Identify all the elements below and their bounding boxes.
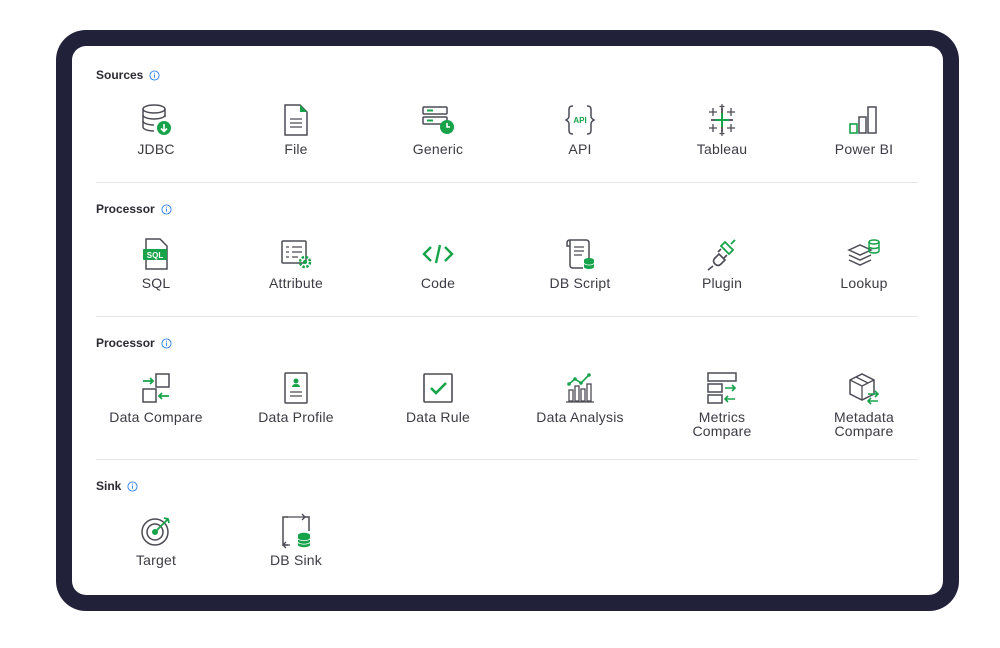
tile-label: Power BI	[834, 141, 894, 157]
svg-text:API: API	[573, 116, 586, 125]
tile-data-rule[interactable]: Data Rule	[378, 370, 498, 424]
section-header: Sources	[96, 68, 160, 82]
tile-metrics-compare[interactable]: Metrics Compare	[662, 370, 782, 438]
data-analysis-icon	[562, 370, 598, 406]
data-compare-icon	[138, 370, 174, 406]
tile-lookup[interactable]: Lookup	[804, 236, 924, 290]
section-sink: Sink Target DB Sink	[96, 479, 918, 589]
tile-label: Plugin	[701, 275, 743, 291]
db-sink-icon	[278, 513, 314, 549]
tile-label: DB Script	[549, 275, 611, 291]
tile-label: Metrics Compare	[692, 409, 752, 439]
tile-label: Data Analysis	[536, 409, 624, 425]
section-title: Processor	[96, 336, 155, 350]
section-processor-analysis: Processor Data Compare Data Profile Data…	[96, 336, 918, 460]
database-download-icon	[138, 102, 174, 138]
sql-file-icon: SQL	[138, 236, 174, 272]
db-script-icon	[562, 236, 598, 272]
info-icon[interactable]	[127, 480, 138, 492]
device-frame: Sources JDBC File Generic API API Tablea…	[56, 30, 959, 611]
tile-label: Data Rule	[405, 409, 471, 425]
tile-file[interactable]: File	[236, 102, 356, 156]
tile-label: JDBC	[137, 141, 175, 157]
section-header: Processor	[96, 336, 172, 350]
tile-label: Lookup	[840, 275, 888, 291]
tile-label: File	[284, 141, 308, 157]
tile-label: Target	[135, 552, 177, 568]
tile-target[interactable]: Target	[96, 513, 216, 567]
tile-db-sink[interactable]: DB Sink	[236, 513, 356, 567]
tile-generic[interactable]: Generic	[378, 102, 498, 156]
tile-label: API	[568, 141, 592, 157]
tile-label: Metadata Compare	[834, 409, 894, 439]
info-icon[interactable]	[149, 69, 160, 81]
code-icon	[420, 236, 456, 272]
tile-tableau[interactable]: Tableau	[662, 102, 782, 156]
api-icon: API	[562, 102, 598, 138]
tableau-icon	[704, 102, 740, 138]
metadata-compare-icon	[846, 370, 882, 406]
section-processor: Processor SQL SQL Attribute Code DB Scri…	[96, 202, 918, 317]
tile-power-bi[interactable]: Power BI	[804, 102, 924, 156]
tile-label: Attribute	[269, 275, 323, 291]
tile-label: Data Profile	[258, 409, 334, 425]
tile-attribute[interactable]: Attribute	[236, 236, 356, 290]
metrics-compare-icon	[704, 370, 740, 406]
svg-text:SQL: SQL	[147, 251, 164, 260]
tile-data-profile[interactable]: Data Profile	[236, 370, 356, 424]
plugin-icon	[704, 236, 740, 272]
tile-label: Code	[420, 275, 456, 291]
checkbox-icon	[420, 370, 456, 406]
power-bi-icon	[846, 102, 882, 138]
section-title: Sources	[96, 68, 144, 82]
lookup-layers-icon	[846, 236, 882, 272]
info-icon[interactable]	[161, 337, 172, 349]
info-icon[interactable]	[161, 203, 172, 215]
tile-plugin[interactable]: Plugin	[662, 236, 782, 290]
section-sources: Sources JDBC File Generic API API Tablea…	[96, 68, 918, 183]
tile-data-compare[interactable]: Data Compare	[96, 370, 216, 424]
tile-api[interactable]: API API	[520, 102, 640, 156]
section-header: Sink	[96, 479, 138, 493]
tile-label: DB Sink	[270, 552, 322, 568]
tile-label: SQL	[141, 275, 171, 291]
tile-db-script[interactable]: DB Script	[520, 236, 640, 290]
section-title: Sink	[96, 479, 122, 493]
tile-metadata-compare[interactable]: Metadata Compare	[804, 370, 924, 438]
tile-code[interactable]: Code	[378, 236, 498, 290]
tile-label: Tableau	[696, 141, 748, 157]
tile-label: Data Compare	[109, 409, 203, 425]
section-title: Processor	[96, 202, 155, 216]
section-header: Processor	[96, 202, 172, 216]
file-icon	[278, 102, 314, 138]
tile-data-analysis[interactable]: Data Analysis	[520, 370, 640, 424]
server-clock-icon	[420, 102, 456, 138]
target-icon	[138, 513, 174, 549]
tile-sql[interactable]: SQL SQL	[96, 236, 216, 290]
attribute-gear-icon	[278, 236, 314, 272]
tile-label: Generic	[412, 141, 464, 157]
data-profile-icon	[278, 370, 314, 406]
node-palette-panel: Sources JDBC File Generic API API Tablea…	[72, 46, 943, 595]
tile-jdbc[interactable]: JDBC	[96, 102, 216, 156]
